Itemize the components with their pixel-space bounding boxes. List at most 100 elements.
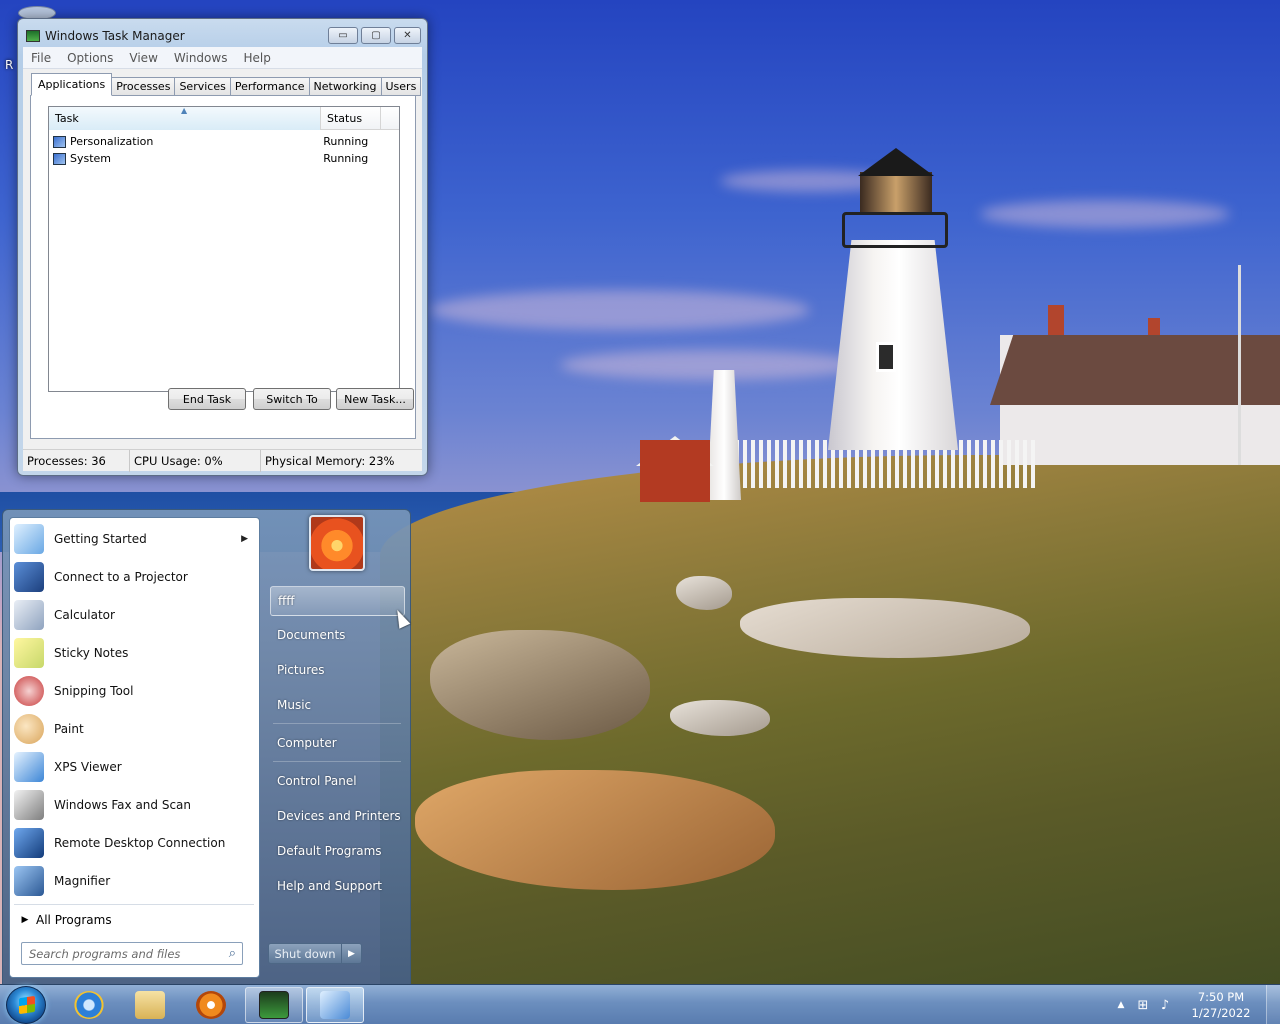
program-fax-scan[interactable]: Windows Fax and Scan <box>14 787 256 823</box>
personalization-icon <box>53 135 66 148</box>
expand-arrow-icon: ▶ <box>21 915 29 925</box>
tab-services[interactable]: Services <box>175 77 231 96</box>
program-snipping-tool[interactable]: Snipping Tool <box>14 673 256 709</box>
tab-users[interactable]: Users <box>381 77 422 96</box>
taskbar-control-panel[interactable] <box>306 987 364 1023</box>
column-task[interactable]: ▲ Task <box>49 106 321 130</box>
new-task-button[interactable]: New Task... <box>336 388 414 410</box>
all-programs-button[interactable]: ▶ All Programs <box>14 908 254 932</box>
taskbar-windows-explorer[interactable] <box>121 987 179 1023</box>
separator <box>273 723 401 724</box>
task-manager-window[interactable]: Windows Task Manager ▭ ▢ ✕ File Options … <box>17 18 428 476</box>
window-title: Windows Task Manager <box>45 29 185 43</box>
paint-palette-icon <box>14 714 44 744</box>
maximize-button[interactable]: ▢ <box>361 27 391 44</box>
pictures-item[interactable]: Pictures <box>270 655 405 685</box>
search-placeholder: Search programs and files <box>29 946 181 961</box>
shutdown-options-arrow-icon[interactable]: ▶ <box>341 944 361 963</box>
menu-bar: File Options View Windows Help <box>23 47 422 69</box>
switch-to-button[interactable]: Switch To <box>253 388 331 410</box>
program-label: Snipping Tool <box>54 684 134 698</box>
separator <box>14 904 254 905</box>
search-input[interactable]: Search programs and files ⌕ <box>21 942 243 965</box>
physical-memory: Physical Memory: 23% <box>265 454 395 468</box>
user-name: ffff <box>278 594 295 608</box>
computer-item[interactable]: Computer <box>270 728 405 758</box>
projector-icon <box>14 562 44 592</box>
sort-ascending-icon: ▲ <box>181 106 188 115</box>
default-programs-item[interactable]: Default Programs <box>270 836 405 866</box>
program-xps-viewer[interactable]: XPS Viewer <box>14 749 256 785</box>
close-button[interactable]: ✕ <box>394 27 421 44</box>
program-magnifier[interactable]: Magnifier <box>14 863 256 899</box>
tab-strip: Applications Processes Services Performa… <box>31 73 422 96</box>
shutdown-control: Shut down ▶ <box>268 943 362 964</box>
program-calculator[interactable]: Calculator <box>14 597 256 633</box>
user-folder-item[interactable]: ffff <box>270 586 405 616</box>
start-button[interactable] <box>6 986 46 1024</box>
red-shed <box>640 440 710 502</box>
user-avatar[interactable] <box>309 515 365 571</box>
menu-windows[interactable]: Windows <box>174 51 228 65</box>
program-remote-desktop[interactable]: Remote Desktop Connection <box>14 825 256 861</box>
tab-networking[interactable]: Networking <box>309 77 382 96</box>
task-list-header: ▲ Task Status <box>49 106 399 130</box>
table-row[interactable]: System Running <box>53 150 393 167</box>
title-bar[interactable]: Windows Task Manager <box>26 25 185 47</box>
applications-panel: ▲ Task Status Personalization Running Sy… <box>30 95 416 439</box>
tab-applications[interactable]: Applications <box>31 73 113 96</box>
menu-help[interactable]: Help <box>243 51 270 65</box>
program-label: Windows Fax and Scan <box>54 798 192 812</box>
taskbar: ▲ ⊞ ♪ 7:50 PM 1/27/2022 <box>0 984 1280 1024</box>
tab-performance[interactable]: Performance <box>230 77 310 96</box>
clock[interactable]: 7:50 PM 1/27/2022 <box>1186 989 1256 1021</box>
table-row[interactable]: Personalization Running <box>53 133 393 150</box>
search-icon[interactable]: ⌕ <box>229 946 236 961</box>
music-item[interactable]: Music <box>270 690 405 720</box>
taskbar-task-manager[interactable] <box>245 987 303 1023</box>
control-panel-item[interactable]: Control Panel <box>270 766 405 796</box>
help-support-item[interactable]: Help and Support <box>270 871 405 901</box>
taskbar-internet-explorer[interactable] <box>60 987 118 1023</box>
documents-item[interactable]: Documents <box>270 620 405 650</box>
programs-pane: Getting Started ▶ Connect to a Projector… <box>9 517 260 978</box>
program-label: Paint <box>54 722 84 736</box>
show-desktop-button[interactable] <box>1266 985 1280 1024</box>
minimize-button[interactable]: ▭ <box>328 27 358 44</box>
system-icon <box>53 152 66 165</box>
program-connect-projector[interactable]: Connect to a Projector <box>14 559 256 595</box>
show-hidden-icons-icon[interactable]: ▲ <box>1110 1000 1132 1010</box>
program-getting-started[interactable]: Getting Started ▶ <box>14 521 256 557</box>
tab-processes[interactable]: Processes <box>112 77 176 96</box>
separator <box>273 761 401 762</box>
control-panel-icon <box>320 991 350 1019</box>
column-status[interactable]: Status <box>321 107 381 130</box>
desktop-icon-label: R <box>5 58 14 72</box>
program-sticky-notes[interactable]: Sticky Notes <box>14 635 256 671</box>
status-bar: Processes: 36 CPU Usage: 0% Physical Mem… <box>23 449 422 472</box>
task-list[interactable]: ▲ Task Status Personalization Running Sy… <box>48 106 400 392</box>
submenu-arrow-icon: ▶ <box>241 534 248 544</box>
menu-options[interactable]: Options <box>67 51 113 65</box>
cloud <box>430 290 810 330</box>
volume-icon[interactable]: ♪ <box>1154 998 1176 1013</box>
task-name: Personalization <box>69 135 154 148</box>
network-icon[interactable]: ⊞ <box>1132 998 1154 1013</box>
task-manager-icon <box>26 30 40 42</box>
task-name: System <box>69 152 111 165</box>
shutdown-button[interactable]: Shut down <box>269 944 341 963</box>
menu-view[interactable]: View <box>129 51 157 65</box>
end-task-button[interactable]: End Task <box>168 388 246 410</box>
devices-printers-item[interactable]: Devices and Printers <box>270 801 405 831</box>
task-status: Running <box>323 135 369 148</box>
menu-file[interactable]: File <box>31 51 51 65</box>
taskbar-media-player[interactable] <box>182 987 240 1023</box>
remote-desktop-icon <box>14 828 44 858</box>
house-roof <box>990 335 1280 405</box>
magnifier-icon <box>14 866 44 896</box>
clock-time: 7:50 PM <box>1197 990 1245 1004</box>
program-label: Sticky Notes <box>54 646 129 660</box>
calculator-icon <box>14 600 44 630</box>
windows-explorer-icon <box>135 991 165 1019</box>
program-paint[interactable]: Paint <box>14 711 256 747</box>
